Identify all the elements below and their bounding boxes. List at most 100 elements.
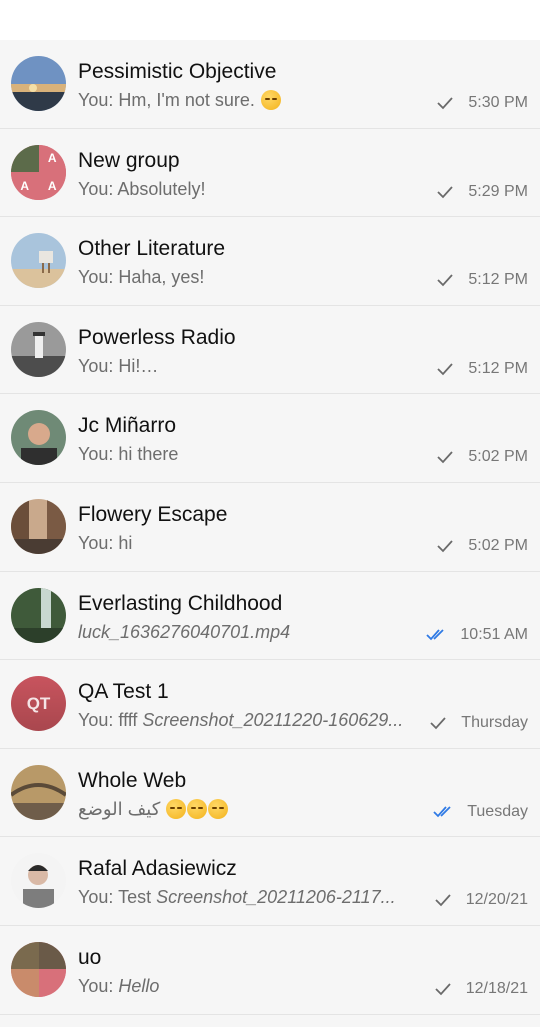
avatar <box>11 410 66 466</box>
avatar: QT <box>11 676 66 732</box>
sent-check-icon <box>437 540 454 553</box>
sent-check-icon <box>437 185 454 198</box>
member-photo <box>11 144 39 173</box>
sent-check-icon <box>435 983 451 996</box>
avatar <box>11 56 66 111</box>
chat-preview: كيف الوضع <box>78 798 408 820</box>
chat-meta: 12/18/21 <box>434 980 528 998</box>
pensive-emoji-icon <box>260 90 281 110</box>
smirk-emoji-icon <box>187 798 208 819</box>
chat-row[interactable]: Everlasting Childhood luck_1636276040701… <box>0 572 540 661</box>
chat-row[interactable]: Pessimistic Objective You: Hm, I'm not s… <box>0 40 540 129</box>
member-initial: A <box>38 172 66 200</box>
avatar <box>11 498 66 554</box>
chat-time: Thursday <box>461 714 528 732</box>
chat-preview: You: Hm, I'm not sure. <box>78 90 408 111</box>
avatar <box>11 233 66 289</box>
chat-time: 10:51 AM <box>460 625 528 643</box>
message-text: Hm, I'm not sure. <box>113 90 260 110</box>
smirk-emoji-icon <box>208 798 229 819</box>
member-initial: A <box>11 172 39 200</box>
sender-prefix: You: <box>78 710 114 731</box>
chat-row[interactable]: Powerless Radio You: Hi!… 5:12 PM <box>0 306 540 395</box>
chat-name: uo <box>78 945 102 969</box>
chat-row[interactable]: Whole Web كيف الوضع Tuesday <box>0 749 540 838</box>
chat-row[interactable]: Flowery Escape You: hi 5:02 PM <box>0 483 540 572</box>
chat-meta: Thursday <box>429 714 528 732</box>
chat-row[interactable]: uo You: Hello 12/18/21 <box>0 926 540 1015</box>
sent-check-icon <box>437 451 454 464</box>
attachment-filename: Screenshot_20211220-160629... <box>142 710 404 731</box>
avatar-initials: QT <box>26 693 51 713</box>
chat-time: 5:12 PM <box>468 271 528 289</box>
chat-name: Flowery Escape <box>78 502 228 526</box>
chat-name: Everlasting Childhood <box>78 591 283 615</box>
group-avatar <box>11 941 66 997</box>
chat-time: 5:02 PM <box>468 448 528 466</box>
chat-meta: 5:30 PM <box>436 94 528 112</box>
message-text: Hi!… <box>113 355 159 376</box>
chat-meta: 5:29 PM <box>436 183 528 201</box>
sender-prefix: You: <box>78 975 114 996</box>
sent-check-icon <box>437 363 454 376</box>
message-text: ffff <box>113 710 143 731</box>
chat-name: Other Literature <box>78 237 226 261</box>
chat-name: Powerless Radio <box>78 325 236 349</box>
message-text: كيف الوضع <box>78 798 166 819</box>
sender-prefix: You: <box>78 178 114 199</box>
message-text: hi there <box>113 444 179 465</box>
attachment-filename: luck_1636276040701.mp4 <box>78 621 291 642</box>
read-double-check-icon <box>426 628 445 640</box>
member-photo <box>38 969 66 997</box>
group-avatar: A A A <box>11 144 66 200</box>
chat-preview: You: Absolutely! <box>78 179 408 200</box>
chat-meta: Tuesday <box>433 803 528 821</box>
chat-time: 5:02 PM <box>468 536 528 554</box>
avatar <box>11 853 66 909</box>
sender-prefix: You: <box>78 532 114 553</box>
chat-time: 5:30 PM <box>468 94 528 111</box>
sent-check-icon <box>435 894 451 907</box>
chat-row[interactable]: Other Literature You: Haha, yes! 5:12 PM <box>0 217 540 306</box>
chat-time: 12/20/21 <box>465 891 528 909</box>
chat-meta: 10:51 AM <box>426 626 528 644</box>
attachment-filename: Screenshot_20211206-2117... <box>156 887 396 908</box>
chat-preview: You: hi <box>78 533 408 554</box>
chat-row[interactable]: A A A New group You: Absolutely! 5:29 PM <box>0 129 540 218</box>
chat-time: Tuesday <box>467 802 528 820</box>
sender-prefix: You: <box>78 355 114 376</box>
chat-meta: 5:12 PM <box>436 360 528 378</box>
chat-time: 12/18/21 <box>465 979 528 997</box>
chat-name: Whole Web <box>78 768 187 792</box>
chat-preview: You: Hi!… <box>78 356 408 377</box>
chat-preview: You: Haha, yes! <box>78 267 408 288</box>
sender-prefix: You: <box>78 267 114 288</box>
member-photo <box>38 941 66 970</box>
chat-name: New group <box>78 148 180 172</box>
chat-meta: 5:02 PM <box>436 537 528 555</box>
sent-check-icon <box>430 717 446 730</box>
smirk-emoji-icon <box>166 798 187 819</box>
chat-preview: You: Hello <box>78 976 408 997</box>
message-text-italic: Hello <box>118 975 160 996</box>
sent-check-icon <box>437 97 454 110</box>
sender-prefix: You: <box>78 444 114 465</box>
chat-preview: You: hi there <box>78 444 408 465</box>
member-photo <box>11 941 39 970</box>
chat-meta: 5:12 PM <box>436 271 528 289</box>
chat-time: 5:12 PM <box>468 359 528 377</box>
chat-row[interactable]: QT QA Test 1 You: ffff Screenshot_202112… <box>0 660 540 749</box>
sender-prefix: You: <box>78 887 114 908</box>
chat-name: Jc Miñarro <box>78 414 177 438</box>
chat-row[interactable]: Jc Miñarro You: hi there 5:02 PM <box>0 394 540 483</box>
chat-list[interactable]: Pessimistic Objective You: Hm, I'm not s… <box>0 40 540 1027</box>
chat-row[interactable]: Rafal Adasiewicz You: Test Screenshot_20… <box>0 837 540 926</box>
chat-meta: 12/20/21 <box>434 891 528 909</box>
message-text: Absolutely! <box>113 178 206 199</box>
avatar <box>11 321 66 377</box>
member-initial: A <box>38 144 66 173</box>
message-text: Haha, yes! <box>113 267 205 288</box>
chat-preview: You: Test Screenshot_20211206-2117... <box>78 887 408 908</box>
read-double-check-icon <box>433 806 451 818</box>
chat-name: Pessimistic Objective <box>78 60 277 83</box>
